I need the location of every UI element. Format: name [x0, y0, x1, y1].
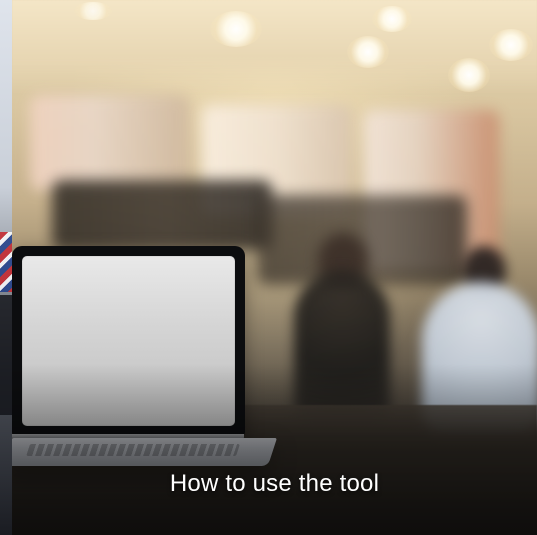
previous-slide-flag-stripe [0, 232, 12, 292]
slide-how-to-use-tool[interactable]: How to use the tool [12, 0, 537, 535]
previous-slide-shadow [0, 295, 12, 415]
caption-gradient-overlay [12, 0, 537, 535]
carousel-viewport: How to use the tool [0, 0, 537, 535]
